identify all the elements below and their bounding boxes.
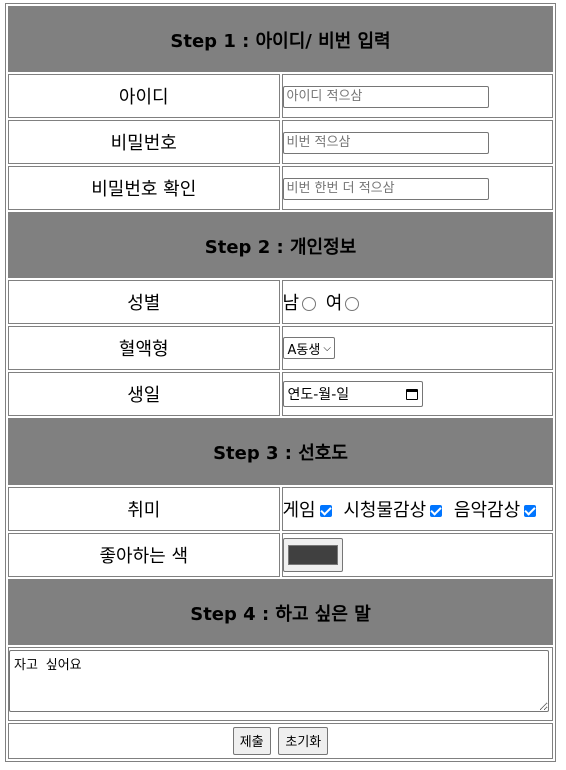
id-field-cell — [281, 74, 553, 119]
hobby-video-label: 시청물감상 — [343, 499, 427, 521]
submit-button[interactable]: 제출 — [232, 726, 271, 755]
chevron-down-icon: ⌵ — [323, 342, 331, 354]
gender-label: 성별 — [8, 280, 280, 325]
blood-type-field-cell: A동생 ⌵ — [281, 326, 553, 371]
step4-header: Step 4 : 하고 싶은 말 — [8, 578, 553, 645]
birthday-date-value: 연도-월-일 — [287, 387, 350, 404]
blood-type-selected-value: A동생 — [287, 342, 321, 358]
button-row: 제출 초기화 — [8, 722, 553, 759]
hobby-label: 취미 — [8, 486, 280, 531]
blood-type-label: 혈액형 — [8, 326, 280, 371]
signup-form-table: Step 1 : 아이디/ 비번 입력 아이디 비밀번호 비밀번호 확인 Ste… — [5, 3, 556, 762]
password-confirm-field-cell — [281, 166, 553, 211]
hobby-field-cell: 게임 시청물감상 음악감상 — [281, 486, 553, 531]
message-textarea[interactable]: 자고 싶어요 — [9, 650, 549, 713]
message-cell: 자고 싶어요 — [8, 646, 553, 721]
hobby-video-checkbox[interactable] — [430, 504, 443, 517]
password-label: 비밀번호 — [8, 120, 280, 165]
color-swatch — [287, 544, 338, 565]
favorite-color-picker[interactable] — [282, 537, 343, 572]
password-field-cell — [281, 120, 553, 165]
step3-header: Step 3 : 선호도 — [8, 418, 553, 485]
gender-male-label: 남 — [282, 293, 300, 315]
hobby-game-label: 게임 — [282, 499, 316, 521]
gender-female-label: 여 — [325, 293, 343, 315]
gender-male-radio[interactable] — [302, 297, 317, 312]
password-confirm-input[interactable] — [282, 177, 489, 200]
reset-button[interactable]: 초기화 — [278, 726, 329, 755]
password-confirm-label: 비밀번호 확인 — [8, 166, 280, 211]
gender-female-radio[interactable] — [345, 297, 360, 312]
birthday-field-cell: 연도-월-일 — [281, 372, 553, 417]
hobby-music-label: 음악감상 — [453, 499, 521, 521]
birthday-label: 생일 — [8, 372, 280, 417]
blood-type-select[interactable]: A동생 ⌵ — [282, 337, 335, 360]
hobby-game-checkbox[interactable] — [319, 504, 332, 517]
gender-field-cell: 남 여 — [281, 280, 553, 325]
hobby-music-checkbox[interactable] — [524, 504, 537, 517]
birthday-date-input[interactable]: 연도-월-일 — [282, 381, 423, 408]
password-input[interactable] — [282, 131, 489, 154]
calendar-icon[interactable] — [405, 388, 418, 400]
favorite-color-label: 좋아하는 색 — [8, 532, 280, 577]
step2-header: Step 2 : 개인정보 — [8, 212, 553, 279]
step1-header: Step 1 : 아이디/ 비번 입력 — [8, 6, 553, 73]
favorite-color-field-cell — [281, 532, 553, 577]
id-input[interactable] — [282, 85, 489, 108]
id-label: 아이디 — [8, 74, 280, 119]
